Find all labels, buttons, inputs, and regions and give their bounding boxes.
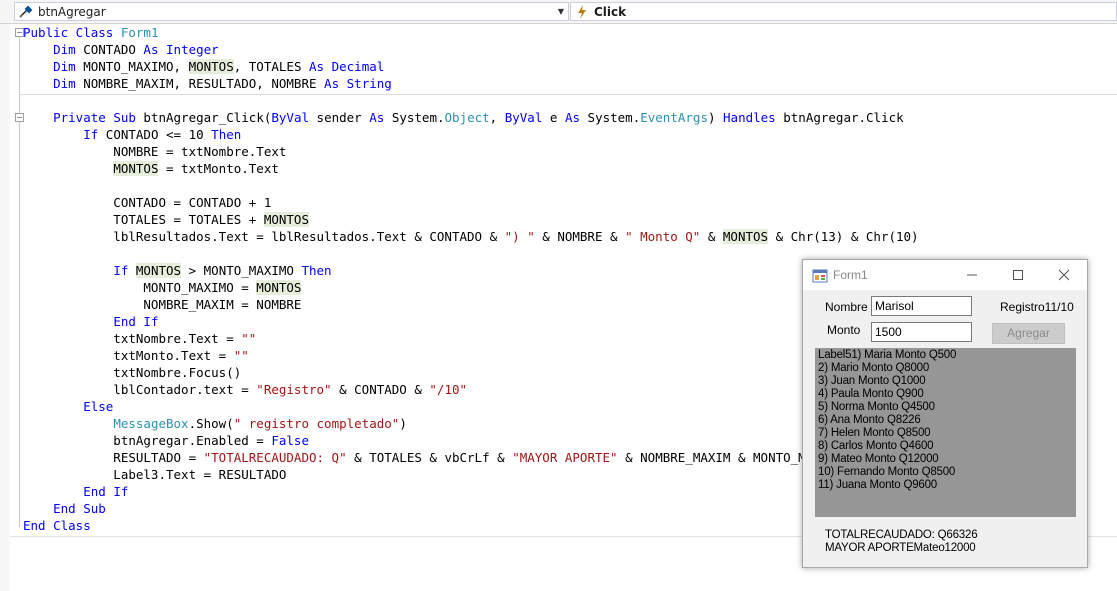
total-recaudado-text: TOTALRECAUDADO: Q66326 — [825, 529, 978, 541]
form-app-icon — [812, 268, 828, 284]
window-title: Form1 — [833, 268, 868, 282]
code-line[interactable]: TOTALES = TOTALES + MONTOS — [23, 211, 919, 228]
object-selector-value: btnAgregar — [38, 4, 106, 19]
code-line[interactable]: End If — [23, 483, 919, 500]
registro-counter: Registro11/10 — [1000, 300, 1074, 314]
code-line[interactable]: lblResultados.Text = lblResultados.Text … — [23, 228, 919, 245]
nombre-input[interactable] — [871, 296, 972, 316]
code-line[interactable]: CONTADO = CONTADO + 1 — [23, 194, 919, 211]
result-line: 11) Juana Monto Q9600 — [818, 479, 937, 491]
code-line[interactable]: txtMonto.Text = "" — [23, 347, 919, 364]
minimize-icon — [967, 274, 977, 276]
result-line: Label51) Maria Monto Q500 — [818, 349, 957, 361]
code-line[interactable]: NOMBRE = txtNombre.Text — [23, 143, 919, 160]
result-line: 7) Helen Monto Q8500 — [818, 427, 931, 439]
code-line[interactable]: Dim CONTADO As Integer — [23, 41, 919, 58]
code-line[interactable] — [23, 177, 919, 194]
window-titlebar[interactable]: Form1 — [803, 260, 1087, 290]
code-line[interactable]: If CONTADO <= 10 Then — [23, 126, 919, 143]
maximize-icon — [1013, 270, 1023, 280]
minimize-button[interactable] — [949, 260, 995, 290]
code-line[interactable]: MONTO_MAXIMO = MONTOS — [23, 279, 919, 296]
agregar-button[interactable]: Agregar — [992, 323, 1065, 344]
code-line[interactable]: NOMBRE_MAXIM = NOMBRE — [23, 296, 919, 313]
code-line[interactable]: btnAgregar.Enabled = False — [23, 432, 919, 449]
chevron-down-icon[interactable]: ▼ — [554, 7, 568, 16]
outline-line — [19, 37, 20, 527]
code-line[interactable]: End Class — [23, 517, 919, 534]
code-line[interactable] — [23, 92, 919, 109]
code-line[interactable]: RESULTADO = "TOTALRECAUDADO: Q" & TOTALE… — [23, 449, 919, 466]
event-bolt-icon — [574, 4, 590, 20]
close-button[interactable] — [1041, 260, 1087, 290]
result-line: 6) Ana Monto Q8226 — [818, 414, 921, 426]
code-line[interactable]: Label3.Text = RESULTADO — [23, 466, 919, 483]
result-line: 10) Fernando Monto Q8500 — [818, 466, 956, 478]
code-line[interactable]: lblContador.text = "Registro" & CONTADO … — [23, 381, 919, 398]
object-selector-dropdown[interactable]: btnAgregar ▼ — [14, 2, 569, 21]
monto-input[interactable] — [871, 322, 972, 342]
result-line: 4) Paula Monto Q900 — [818, 388, 924, 400]
code-line[interactable]: Public Class Form1 — [23, 24, 919, 41]
close-icon — [1058, 269, 1070, 281]
result-line: 2) Mario Monto Q8000 — [818, 362, 930, 374]
event-selector-value: Click — [594, 4, 627, 19]
code-line[interactable]: MessageBox.Show(" registro completado") — [23, 415, 919, 432]
code-line[interactable]: End Sub — [23, 500, 919, 517]
result-line: 9) Mateo Monto Q12000 — [818, 453, 939, 465]
mayor-aporte-text: MAYOR APORTEMateo12000 — [825, 542, 976, 554]
code-line[interactable]: MONTOS = txtMonto.Text — [23, 160, 919, 177]
code-line[interactable]: Private Sub btnAgregar_Click(ByVal sende… — [23, 109, 919, 126]
monto-label: Monto — [827, 323, 861, 337]
class-member-icon — [18, 4, 34, 20]
code-line[interactable]: txtNombre.Text = "" — [23, 330, 919, 347]
event-selector-dropdown[interactable]: Click — [570, 2, 1117, 21]
code-line[interactable] — [23, 245, 919, 262]
code-line[interactable]: End If — [23, 313, 919, 330]
code-line[interactable]: Else — [23, 398, 919, 415]
result-line: 3) Juan Monto Q1000 — [818, 375, 926, 387]
code-text[interactable]: Public Class Form1 Dim CONTADO As Intege… — [23, 24, 919, 534]
form1-window: Form1 Nombre Registro11/10 Monto Agregar… — [802, 259, 1088, 568]
code-navigation-bar: btnAgregar ▼ Click — [0, 0, 1117, 24]
nombre-label: Nombre — [825, 300, 868, 314]
maximize-button[interactable] — [995, 260, 1041, 290]
code-line[interactable]: txtNombre.Focus() — [23, 364, 919, 381]
code-line[interactable]: Dim NOMBRE_MAXIM, RESULTADO, NOMBRE As S… — [23, 75, 919, 92]
code-line[interactable]: Dim MONTO_MAXIMO, MONTOS, TOTALES As Dec… — [23, 58, 919, 75]
result-line: 8) Carlos Monto Q4600 — [818, 440, 934, 452]
editor-gutter — [0, 24, 10, 591]
summary-label: TOTALRECAUDADO: Q66326 MAYOR APORTEMateo… — [825, 529, 978, 555]
result-line: 5) Norma Monto Q4500 — [818, 401, 935, 413]
results-label: Label51) Maria Monto Q500 2) Mario Monto … — [815, 348, 1076, 517]
code-line[interactable]: If MONTOS > MONTO_MAXIMO Then — [23, 262, 919, 279]
